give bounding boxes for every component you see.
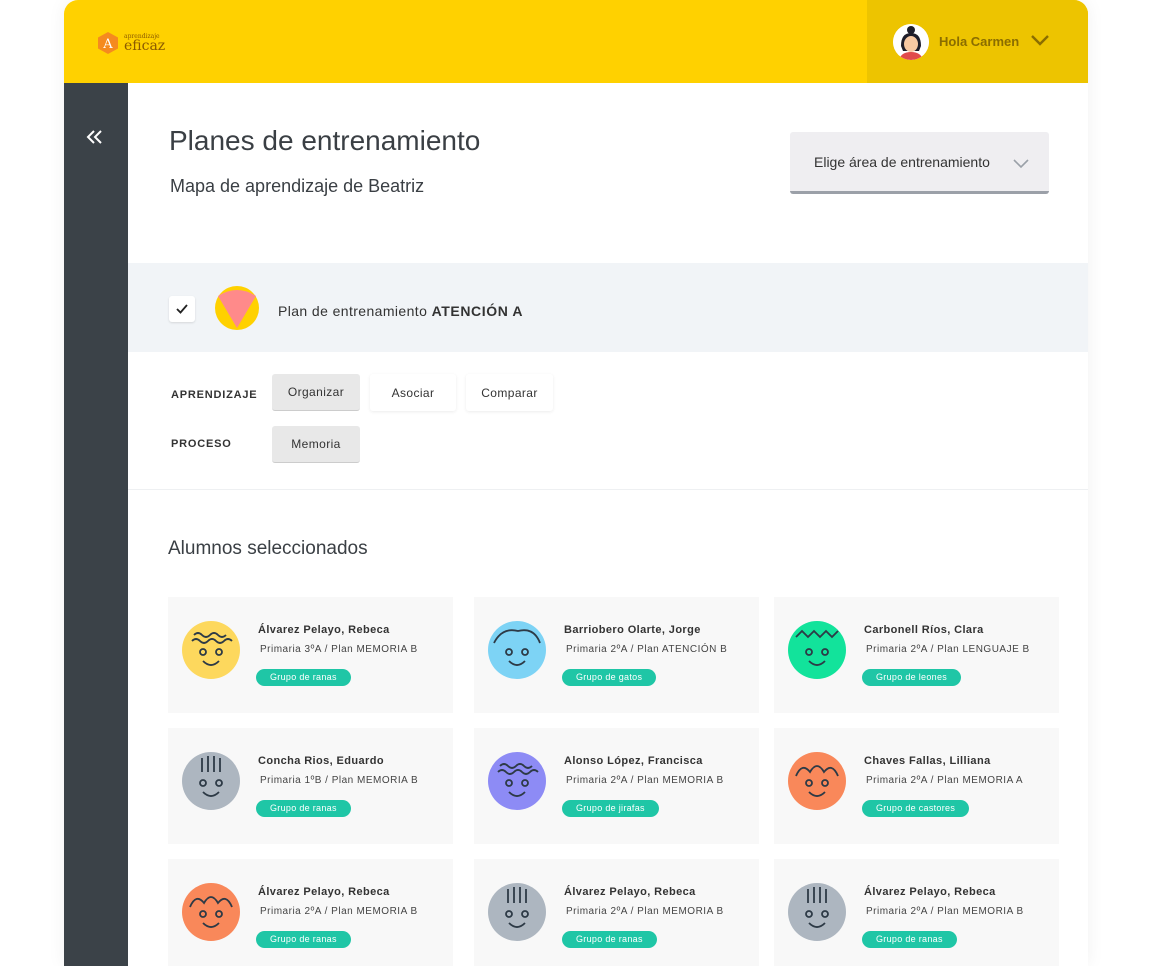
- check-icon: [176, 304, 188, 314]
- chip-asociar[interactable]: Asociar: [370, 374, 456, 411]
- plan-row: Plan de entrenamiento ATENCIÓN A: [128, 263, 1088, 352]
- student-name: Chaves Fallas, Lilliana: [864, 755, 991, 767]
- student-card[interactable]: Barriobero Olarte, Jorge Primaria 2ºA / …: [474, 597, 759, 713]
- chip-memoria[interactable]: Memoria: [272, 426, 360, 463]
- student-avatar-icon: [488, 752, 546, 810]
- plan-checkbox[interactable]: [169, 296, 195, 322]
- page-title: Planes de entrenamiento: [169, 125, 481, 156]
- student-avatar-icon: [788, 752, 846, 810]
- student-meta: Primaria 2ºA / Plan LENGUAJE B: [866, 644, 1030, 655]
- top-bar: A aprendizaje eficaz Hola Carmen: [64, 0, 1088, 83]
- student-meta: Primaria 2ºA / Plan MEMORIA B: [260, 906, 418, 917]
- chip-organizar[interactable]: Organizar: [272, 374, 360, 411]
- process-filter-label: PROCESO: [171, 438, 232, 450]
- student-name: Álvarez Pelayo, Rebeca: [564, 886, 696, 898]
- student-group-badge: Grupo de ranas: [256, 669, 351, 686]
- student-avatar-icon: [182, 621, 240, 679]
- student-card[interactable]: Álvarez Pelayo, Rebeca Primaria 3ºA / Pl…: [168, 597, 453, 713]
- student-name: Carbonell Ríos, Clara: [864, 624, 984, 636]
- student-group-badge: Grupo de ranas: [862, 931, 957, 948]
- student-meta: Primaria 2ºA / Plan MEMORIA B: [866, 906, 1024, 917]
- double-chevron-left-icon[interactable]: [82, 127, 108, 149]
- main-content: Planes de entrenamiento Mapa de aprendiz…: [128, 83, 1088, 966]
- plan-title-name: ATENCIÓN A: [431, 303, 524, 319]
- chevron-down-icon: [1031, 33, 1050, 51]
- training-area-dropdown[interactable]: Elige área de entrenamiento: [790, 132, 1049, 194]
- plan-title: Plan de entrenamiento ATENCIÓN A: [278, 303, 523, 319]
- training-area-dropdown-label: Elige área de entrenamiento: [814, 153, 990, 170]
- student-meta: Primaria 2ºA / Plan MEMORIA A: [866, 775, 1024, 786]
- brand-logo[interactable]: A aprendizaje eficaz: [96, 31, 165, 55]
- app-window: A aprendizaje eficaz Hola Carmen Planes …: [64, 0, 1088, 966]
- svg-text:A: A: [102, 37, 113, 52]
- student-group-badge: Grupo de jirafas: [562, 800, 659, 817]
- student-group-badge: Grupo de ranas: [256, 800, 351, 817]
- student-avatar-icon: [182, 883, 240, 941]
- student-name: Alonso López, Francisca: [564, 755, 703, 767]
- student-group-badge: Grupo de leones: [862, 669, 962, 686]
- student-avatar-icon: [488, 883, 546, 941]
- student-avatar-icon: [488, 621, 546, 679]
- student-card[interactable]: Alonso López, Francisca Primaria 2ºA / P…: [474, 728, 759, 844]
- student-card[interactable]: Carbonell Ríos, Clara Primaria 2ºA / Pla…: [774, 597, 1059, 713]
- student-group-badge: Grupo de castores: [862, 800, 970, 817]
- brand-name: eficaz: [124, 37, 166, 54]
- student-avatar-icon: [182, 752, 240, 810]
- plan-title-prefix: Plan de entrenamiento: [278, 303, 428, 319]
- student-card[interactable]: Concha Rios, Eduardo Primaria 1ºB / Plan…: [168, 728, 453, 844]
- chip-comparar[interactable]: Comparar: [466, 374, 553, 411]
- student-card[interactable]: Álvarez Pelayo, Rebeca Primaria 2ºA / Pl…: [774, 859, 1059, 966]
- user-avatar: [893, 23, 929, 60]
- chevron-down-icon: [1013, 156, 1029, 172]
- sidebar: [64, 83, 128, 966]
- student-card[interactable]: Álvarez Pelayo, Rebeca Primaria 2ºA / Pl…: [474, 859, 759, 966]
- plan-type-icon: [215, 286, 259, 330]
- student-avatar-icon: [788, 883, 846, 941]
- student-name: Álvarez Pelayo, Rebeca: [258, 624, 390, 636]
- student-meta: Primaria 1ºB / Plan MEMORIA B: [260, 775, 419, 786]
- user-menu[interactable]: Hola Carmen: [867, 0, 1088, 83]
- learning-filter-label: APRENDIZAJE: [171, 389, 258, 401]
- student-meta: Primaria 2ºA / Plan MEMORIA B: [566, 906, 724, 917]
- student-name: Álvarez Pelayo, Rebeca: [864, 886, 996, 898]
- student-meta: Primaria 2ºA / Plan MEMORIA B: [566, 775, 724, 786]
- student-meta: Primaria 2ºA / Plan ATENCIÓN B: [566, 644, 728, 655]
- student-group-badge: Grupo de gatos: [562, 669, 657, 686]
- student-name: Álvarez Pelayo, Rebeca: [258, 886, 390, 898]
- student-name: Barriobero Olarte, Jorge: [564, 624, 701, 636]
- student-meta: Primaria 3ºA / Plan MEMORIA B: [260, 644, 418, 655]
- user-greeting: Hola Carmen: [939, 34, 1020, 49]
- logo-hexagon-icon: A: [96, 31, 120, 55]
- student-avatar-icon: [788, 621, 846, 679]
- student-card[interactable]: Chaves Fallas, Lilliana Primaria 2ºA / P…: [774, 728, 1059, 844]
- page-subtitle: Mapa de aprendizaje de Beatriz: [170, 176, 425, 196]
- student-card[interactable]: Álvarez Pelayo, Rebeca Primaria 2ºA / Pl…: [168, 859, 453, 966]
- student-name: Concha Rios, Eduardo: [258, 755, 384, 767]
- filters-panel: APRENDIZAJE Organizar Asociar Comparar P…: [128, 352, 1088, 490]
- students-section-title: Alumnos seleccionados: [168, 538, 368, 559]
- student-group-badge: Grupo de ranas: [256, 931, 351, 948]
- student-group-badge: Grupo de ranas: [562, 931, 657, 948]
